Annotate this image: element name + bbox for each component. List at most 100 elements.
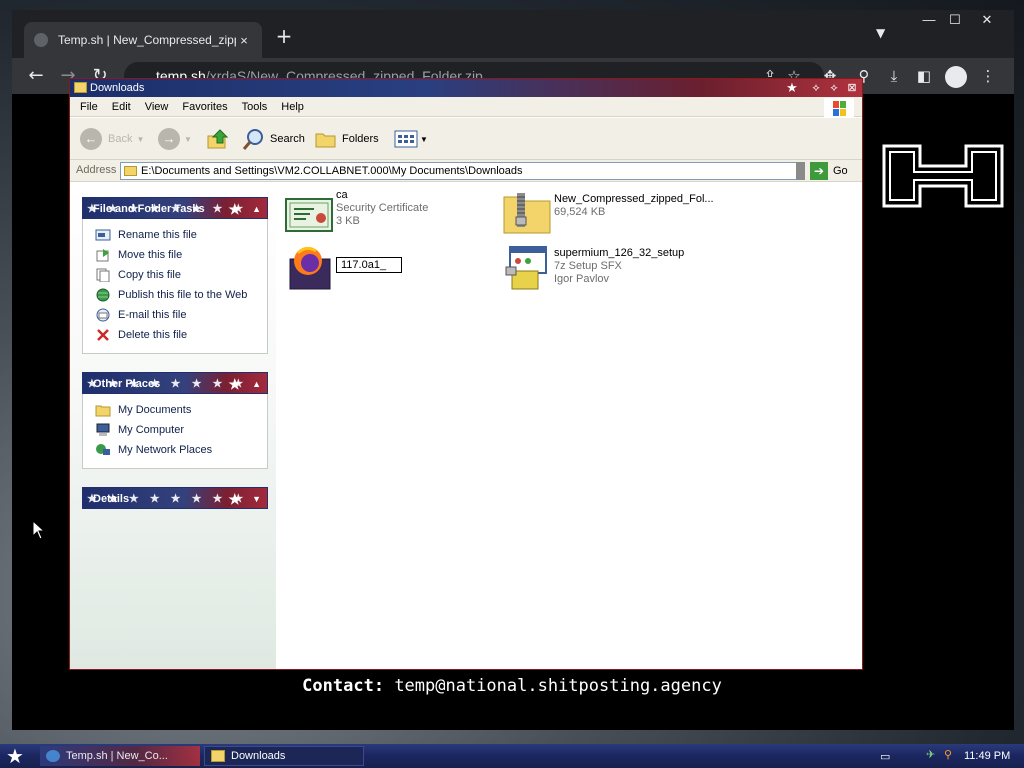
globe-icon <box>96 288 110 302</box>
panel-title: Details <box>93 493 130 505</box>
folder-icon <box>124 166 137 176</box>
chevron-down-icon: ▼ <box>136 134 145 144</box>
file-type: 7z Setup SFX <box>554 260 622 272</box>
mouse-cursor-icon <box>32 520 46 540</box>
file-text: supermium_126_32_setup 7z Setup SFX Igor… <box>552 243 684 291</box>
panel-title: Other Places <box>93 378 161 390</box>
task-pane: ★ ★ ★ ★ ★ ★ ★ ★ File and Folder Tasks ★ … <box>70 183 276 669</box>
menu-tools[interactable]: Tools <box>235 101 275 113</box>
task-rename[interactable]: Rename this file <box>95 225 267 245</box>
globe-icon <box>34 33 48 47</box>
file-text: New_Compressed_zipped_Fol... 69,524 KB <box>552 189 714 237</box>
taskbar-item-browser[interactable]: Temp.sh | New_Co... <box>40 746 200 766</box>
zip-folder-icon <box>503 193 551 234</box>
search-icon[interactable]: ⚲ <box>944 748 952 761</box>
views-button[interactable]: ▼ <box>394 126 428 152</box>
task-delete[interactable]: Delete this file <box>95 325 267 345</box>
panel-content: Rename this file Move this file Copy thi… <box>82 219 268 354</box>
place-label: My Network Places <box>118 444 213 456</box>
address-dropdown-button[interactable] <box>796 162 805 180</box>
close-button[interactable]: ✕ <box>972 10 1002 30</box>
search-icon <box>242 129 263 150</box>
place-my-network[interactable]: My Network Places <box>95 440 267 460</box>
panel-header[interactable]: ★ ★ ★ ★ ★ ★ ★ ★ Details ★ ▼ <box>82 487 268 509</box>
site-logo <box>882 144 1004 208</box>
panel-title: File and Folder Tasks <box>93 203 205 215</box>
chevron-down-icon: ▼ <box>420 134 428 144</box>
explorer-title-bar[interactable]: Downloads ★ ⟡ ⟡ ⊠ <box>70 79 862 97</box>
contact-line: Contact: temp@national.shitposting.agenc… <box>0 676 1024 696</box>
details-panel: ★ ★ ★ ★ ★ ★ ★ ★ Details ★ ▼ <box>82 487 268 509</box>
go-button[interactable]: ➔ Go <box>810 162 848 180</box>
address-row: Address E:\Documents and Settings\VM2.CO… <box>70 160 862 182</box>
taskbar-label: Downloads <box>231 750 286 762</box>
search-button[interactable]: Search <box>242 126 305 152</box>
maximize-button[interactable]: ⟡ <box>826 80 842 96</box>
explorer-body: ★ ★ ★ ★ ★ ★ ★ ★ File and Folder Tasks ★ … <box>70 183 862 669</box>
side-panel-icon[interactable]: ◧ <box>912 64 936 88</box>
taskbar-item-downloads[interactable]: Downloads <box>204 746 364 766</box>
menu-dots-icon[interactable]: ⋮ <box>976 64 1000 88</box>
menu-view[interactable]: View <box>138 101 176 113</box>
delete-icon <box>97 329 109 341</box>
file-publisher: Igor Pavlov <box>554 273 610 285</box>
folders-button[interactable]: Folders <box>314 126 379 152</box>
file-name: ca <box>336 189 348 201</box>
panel-header[interactable]: ★ ★ ★ ★ ★ ★ ★ ★ File and Folder Tasks ★ … <box>82 197 268 219</box>
up-folder-button[interactable] <box>206 126 230 152</box>
menu-help[interactable]: Help <box>274 101 311 113</box>
contact-email[interactable]: temp@national.shitposting.agency <box>394 676 722 696</box>
browser-tab[interactable]: Temp.sh | New_Compressed_zipped × <box>24 22 262 58</box>
task-label: Publish this file to the Web <box>118 289 248 301</box>
star-icon: ★ <box>228 376 241 392</box>
new-tab-button[interactable]: + <box>274 24 294 48</box>
file-item[interactable]: supermium_126_32_setup 7z Setup SFX Igor… <box>502 243 742 291</box>
go-label: Go <box>833 165 848 177</box>
task-email[interactable]: E-mail this file <box>95 305 267 325</box>
move-icon <box>96 249 109 262</box>
back-arrow-icon[interactable]: ← <box>22 62 50 90</box>
panel-header[interactable]: ★ ★ ★ ★ ★ ★ ★ ★ Other Places ★ ▲ <box>82 372 268 394</box>
file-name: supermium_126_32_setup <box>554 247 685 259</box>
maximize-button[interactable]: ☐ <box>940 10 970 30</box>
network-icon[interactable]: ✈ <box>926 748 935 761</box>
download-icon[interactable]: ⤓ <box>882 64 906 88</box>
task-publish[interactable]: Publish this file to the Web <box>95 285 267 305</box>
file-item[interactable]: ca Security Certificate 3 KB <box>284 189 494 237</box>
tab-title: Temp.sh | New_Compressed_zipped <box>58 33 236 47</box>
collapse-icon[interactable]: ▲ <box>252 373 261 395</box>
minimize-button[interactable]: ⟡ <box>808 80 824 96</box>
forward-button[interactable]: → ▼ <box>158 126 192 152</box>
file-item[interactable] <box>284 243 494 291</box>
place-my-computer[interactable]: My Computer <box>95 420 267 440</box>
tab-search-chevron-icon[interactable]: ▼ <box>876 26 885 40</box>
menu-file[interactable]: File <box>70 101 105 113</box>
task-move[interactable]: Move this file <box>95 245 267 265</box>
profile-avatar[interactable] <box>945 66 967 88</box>
keyboard-icon[interactable]: ▭ <box>880 750 890 763</box>
rename-input[interactable] <box>336 257 402 273</box>
expand-icon[interactable]: ▼ <box>252 488 261 510</box>
task-copy[interactable]: Copy this file <box>95 265 267 285</box>
back-arrow-icon: ← <box>80 128 102 150</box>
address-field[interactable]: E:\Documents and Settings\VM2.COLLABNET.… <box>120 162 804 180</box>
tab-close-icon[interactable]: × <box>236 33 252 48</box>
back-button[interactable]: ← Back ▼ <box>80 126 144 152</box>
start-button[interactable]: ★ <box>6 745 24 767</box>
star-icon: ★ <box>228 201 241 217</box>
close-button[interactable]: ⊠ <box>844 80 860 96</box>
folder-icon <box>211 750 225 762</box>
file-size: 69,524 KB <box>554 206 606 218</box>
panel-content: My Documents My Computer My Network Plac… <box>82 394 268 469</box>
menu-favorites[interactable]: Favorites <box>175 101 234 113</box>
file-item[interactable]: New_Compressed_zipped_Fol... 69,524 KB <box>502 189 742 237</box>
other-places-panel: ★ ★ ★ ★ ★ ★ ★ ★ Other Places ★ ▲ My Docu… <box>82 372 268 469</box>
views-icon <box>394 130 418 148</box>
copy-icon <box>96 268 110 282</box>
menu-bar: File Edit View Favorites Tools Help <box>70 97 862 120</box>
explorer-window: Downloads ★ ⟡ ⟡ ⊠ File Edit View Favorit… <box>69 78 863 670</box>
file-type: Security Certificate <box>336 202 429 214</box>
place-my-documents[interactable]: My Documents <box>95 400 267 420</box>
menu-edit[interactable]: Edit <box>105 101 138 113</box>
collapse-icon[interactable]: ▲ <box>252 198 261 220</box>
